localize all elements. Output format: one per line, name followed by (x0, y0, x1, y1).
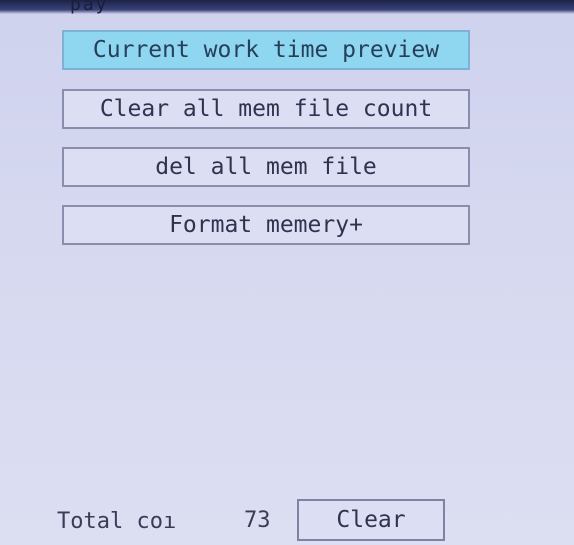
header-partial-text: pay (70, 0, 109, 15)
total-count-label: Total coı (57, 509, 177, 534)
top-bezel-strip: pay (0, 0, 574, 15)
total-count-value: 73 (244, 508, 271, 533)
clear-button[interactable]: Clear (297, 499, 445, 541)
device-screen: pay Current work time preview Clear all … (0, 0, 574, 545)
menu-button-current-work-time-preview[interactable]: Current work time preview (62, 30, 470, 70)
menu-button-format-memory[interactable]: Format memery+ (62, 205, 470, 245)
menu-button-del-all-mem-file[interactable]: del all mem file (62, 147, 470, 187)
menu-button-clear-all-mem-file-count[interactable]: Clear all mem file count (62, 89, 470, 129)
